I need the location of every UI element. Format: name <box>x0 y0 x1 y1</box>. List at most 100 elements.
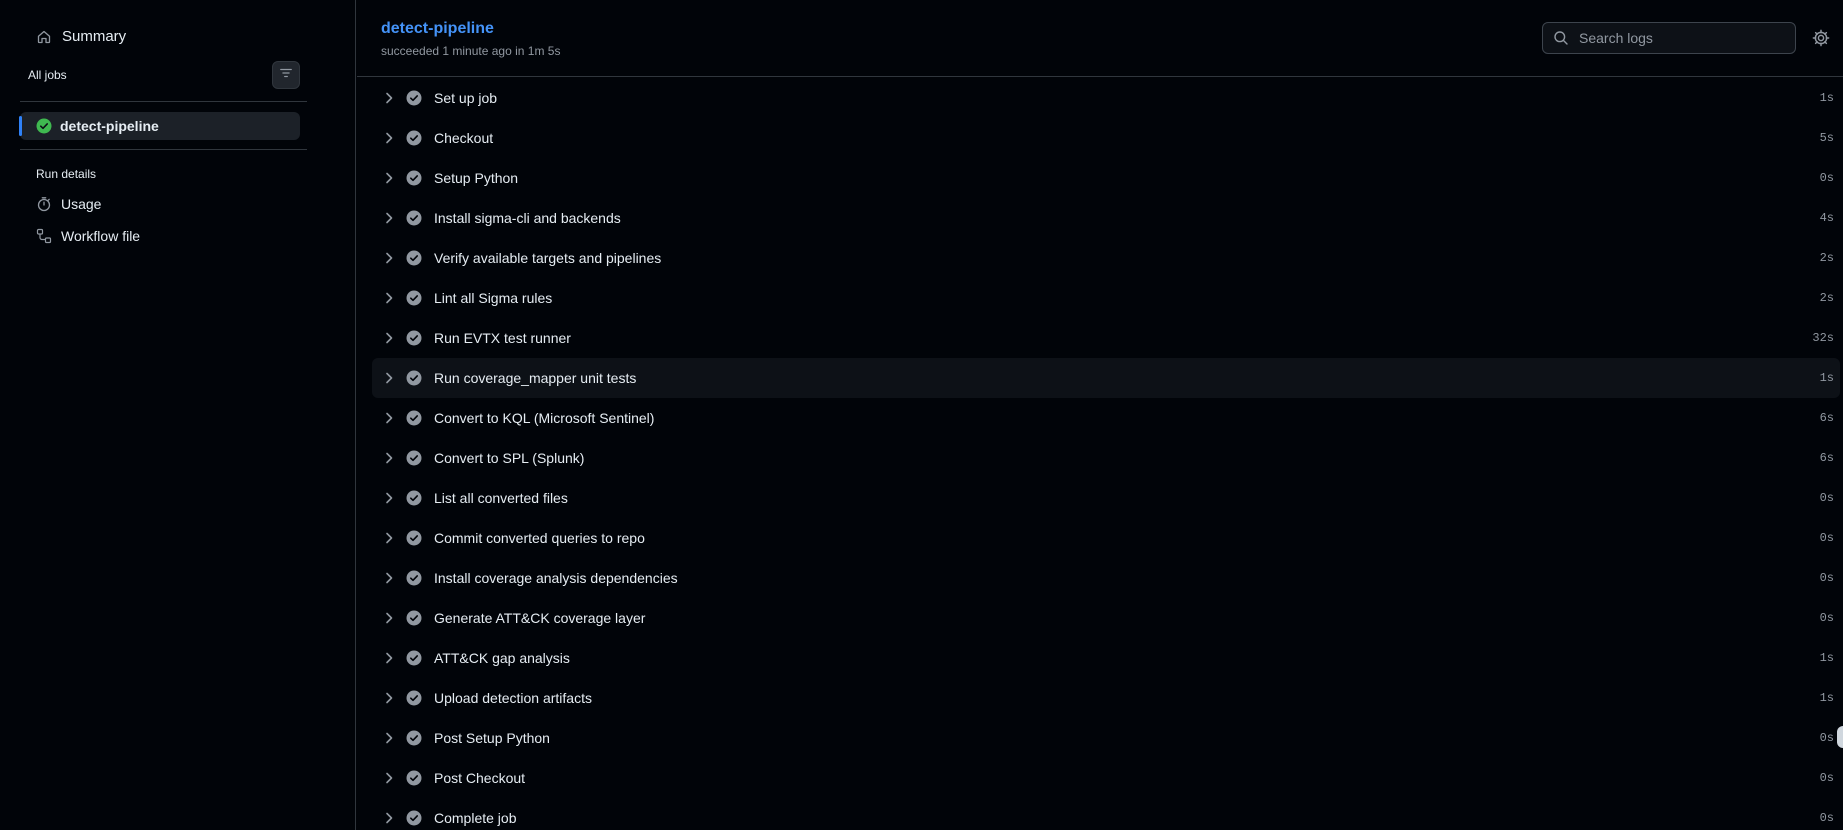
check-circle-fill-icon <box>406 370 422 386</box>
check-circle-fill-icon <box>406 530 422 546</box>
step-duration: 0s <box>1819 171 1834 185</box>
check-circle-fill-icon <box>406 290 422 306</box>
filter-icon <box>279 66 293 85</box>
chevron-right-icon[interactable] <box>381 770 397 786</box>
step-name: Lint all Sigma rules <box>434 290 553 306</box>
step-row[interactable]: Upload detection artifacts 1s <box>372 678 1840 718</box>
step-duration: 6s <box>1819 411 1834 425</box>
chevron-right-icon[interactable] <box>381 290 397 306</box>
chevron-right-icon[interactable] <box>381 570 397 586</box>
step-duration: 5s <box>1819 131 1834 145</box>
sidebar-job-detect-pipeline[interactable]: detect-pipeline <box>19 112 300 140</box>
step-row[interactable]: Install sigma-cli and backends 4s <box>372 198 1840 238</box>
gear-icon[interactable] <box>1812 29 1830 47</box>
check-circle-fill-icon <box>406 810 422 826</box>
check-circle-fill-icon <box>406 730 422 746</box>
step-name: Install coverage analysis dependencies <box>434 570 678 586</box>
scroll-handle[interactable] <box>1837 726 1843 748</box>
step-row[interactable]: Install coverage analysis dependencies 0s <box>372 558 1840 598</box>
job-header: detect-pipeline succeeded 1 minute ago i… <box>357 0 1843 77</box>
chevron-right-icon[interactable] <box>381 610 397 626</box>
search-icon <box>1553 30 1569 46</box>
check-circle-fill-icon <box>406 490 422 506</box>
step-row[interactable]: Post Setup Python 0s <box>372 718 1840 758</box>
step-row[interactable]: Run EVTX test runner 32s <box>372 318 1840 358</box>
step-row[interactable]: Post Checkout 0s <box>372 758 1840 798</box>
step-duration: 0s <box>1819 491 1834 505</box>
step-row[interactable]: Lint all Sigma rules 2s <box>372 278 1840 318</box>
job-label: detect-pipeline <box>60 118 159 134</box>
search-logs-input[interactable] <box>1579 30 1779 46</box>
step-name: Commit converted queries to repo <box>434 530 645 546</box>
step-row[interactable]: Setup Python 0s <box>372 158 1840 198</box>
chevron-right-icon[interactable] <box>381 250 397 266</box>
chevron-right-icon[interactable] <box>381 170 397 186</box>
chevron-right-icon[interactable] <box>381 490 397 506</box>
step-name: Run EVTX test runner <box>434 330 571 346</box>
sidebar: Summary All jobs detect-pipeline Run det… <box>0 0 356 830</box>
chevron-right-icon[interactable] <box>381 450 397 466</box>
step-name: Checkout <box>434 130 494 146</box>
step-row[interactable]: List all converted files 0s <box>372 478 1840 518</box>
step-row[interactable]: Run coverage_mapper unit tests 1s <box>372 358 1840 398</box>
chevron-right-icon[interactable] <box>381 690 397 706</box>
chevron-right-icon[interactable] <box>381 90 397 106</box>
step-name: Generate ATT&CK coverage layer <box>434 610 646 626</box>
workflow-file-link[interactable]: Workflow file <box>36 228 140 244</box>
step-duration: 2s <box>1819 251 1834 265</box>
step-name: List all converted files <box>434 490 568 506</box>
step-row[interactable]: Complete job 0s <box>372 798 1840 830</box>
chevron-right-icon[interactable] <box>381 410 397 426</box>
step-row[interactable]: Convert to KQL (Microsoft Sentinel) 6s <box>372 398 1840 438</box>
step-row[interactable]: ATT&CK gap analysis 1s <box>372 638 1840 678</box>
chevron-right-icon[interactable] <box>381 650 397 666</box>
run-details-label: Run details <box>36 167 97 181</box>
chevron-right-icon[interactable] <box>381 210 397 226</box>
chevron-right-icon[interactable] <box>381 730 397 746</box>
check-circle-fill-icon <box>406 770 422 786</box>
check-circle-fill-icon <box>406 450 422 466</box>
step-duration: 0s <box>1819 571 1834 585</box>
filter-jobs-button[interactable] <box>272 61 300 89</box>
chevron-right-icon[interactable] <box>381 810 397 826</box>
workflow-file-label: Workflow file <box>61 228 141 244</box>
usage-link[interactable]: Usage <box>36 196 101 212</box>
check-circle-fill-icon <box>406 570 422 586</box>
step-duration: 0s <box>1819 611 1834 625</box>
step-duration: 32s <box>1812 331 1834 345</box>
step-duration: 4s <box>1819 211 1834 225</box>
chevron-right-icon[interactable] <box>381 130 397 146</box>
step-duration: 0s <box>1819 771 1834 785</box>
chevron-right-icon[interactable] <box>381 530 397 546</box>
selected-indicator <box>19 116 22 136</box>
step-row[interactable]: Verify available targets and pipelines 2s <box>372 238 1840 278</box>
sidebar-divider <box>20 101 307 102</box>
check-circle-fill-icon <box>406 250 422 266</box>
check-circle-fill-icon <box>406 130 422 146</box>
check-circle-fill-icon <box>406 170 422 186</box>
step-name: Run coverage_mapper unit tests <box>434 370 637 386</box>
chevron-right-icon[interactable] <box>381 370 397 386</box>
step-row[interactable]: Commit converted queries to repo 0s <box>372 518 1840 558</box>
check-circle-fill-icon <box>406 690 422 706</box>
steps-list: Set up job 1s Checkout 5s Setup Python 0s Inst… <box>372 78 1840 830</box>
step-name: Setup Python <box>434 170 519 186</box>
step-name: Post Checkout <box>434 770 526 786</box>
step-row[interactable]: Checkout 5s <box>372 118 1840 158</box>
step-duration: 6s <box>1819 451 1834 465</box>
step-duration: 0s <box>1819 731 1834 745</box>
step-name: Complete job <box>434 810 517 826</box>
step-row[interactable]: Generate ATT&CK coverage layer 0s <box>372 598 1840 638</box>
step-name: Install sigma-cli and backends <box>434 210 621 226</box>
search-logs-box[interactable] <box>1542 22 1796 54</box>
step-duration: 2s <box>1819 291 1834 305</box>
step-name: Post Setup Python <box>434 730 550 746</box>
step-row[interactable]: Convert to SPL (Splunk) 6s <box>372 438 1840 478</box>
step-name: ATT&CK gap analysis <box>434 650 570 666</box>
step-row[interactable]: Set up job 1s <box>372 78 1840 118</box>
chevron-right-icon[interactable] <box>381 330 397 346</box>
step-duration: 0s <box>1819 811 1834 825</box>
step-name: Upload detection artifacts <box>434 690 592 706</box>
summary-link[interactable]: Summary <box>36 28 126 45</box>
job-title[interactable]: detect-pipeline <box>381 20 494 38</box>
